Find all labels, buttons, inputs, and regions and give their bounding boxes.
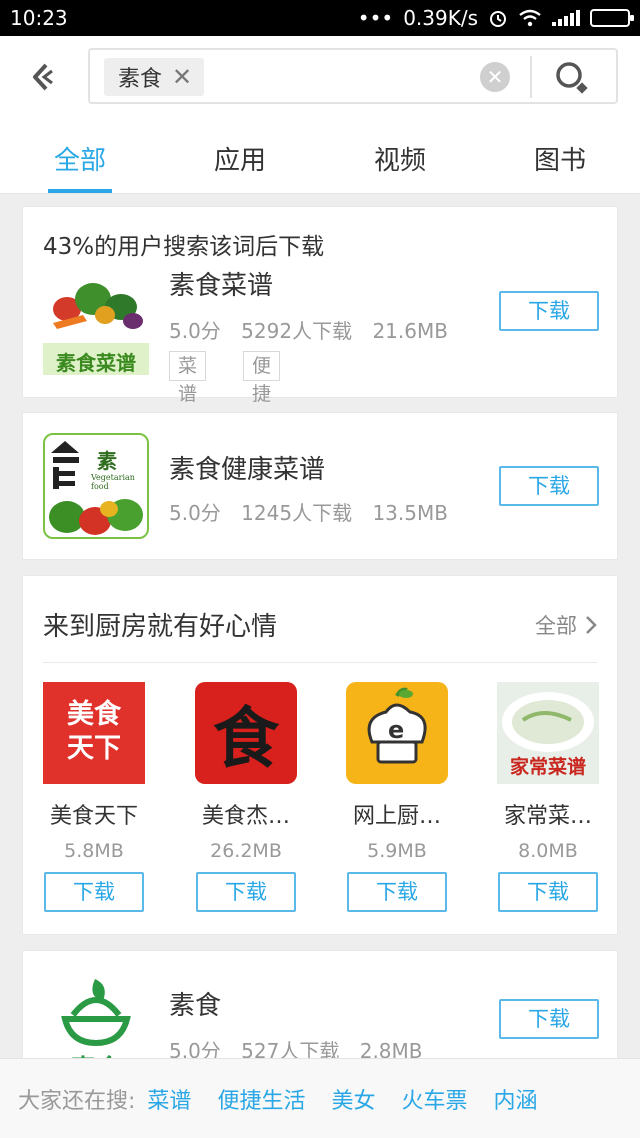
section-title: 来到厨房就有好心情 <box>43 612 278 642</box>
app-downloads: 527人下载 <box>241 1039 340 1058</box>
app-rating: 5.0分 <box>169 319 221 343</box>
app-icon-meishitianxia: 美食 天下 <box>43 682 145 784</box>
app-size: 13.5MB <box>372 501 448 525</box>
app-icon-sushi-caipu: 素食菜谱 <box>43 269 149 375</box>
clear-icon: ✕ <box>486 65 504 89</box>
app-icon-meishijie: 食 <box>195 682 297 784</box>
search-query-text: 素食 <box>118 67 163 92</box>
result-card[interactable]: 素食 素食 5.0分 527人下载 2.8MB 下载 <box>22 950 618 1058</box>
search-button[interactable] <box>552 58 592 98</box>
signal-icon <box>552 10 580 26</box>
app-name: 素食菜谱 <box>169 271 274 301</box>
download-button[interactable]: 下载 <box>499 466 599 506</box>
app-size: 2.8MB <box>359 1039 423 1058</box>
app-icon-wangshangchufang: e <box>346 682 448 784</box>
download-button[interactable]: 下载 <box>196 872 296 912</box>
hot-search-bar: 大家还在搜: 菜谱 便捷生活 美女 火车票 内涵 <box>0 1058 640 1138</box>
app-meta: 5.0分 527人下载 2.8MB <box>169 1035 437 1058</box>
more-dots-icon: ••• <box>357 6 394 30</box>
grid-app-name: 家常菜… <box>503 804 592 829</box>
download-button[interactable]: 下载 <box>499 999 599 1039</box>
hot-keyword[interactable]: 便捷生活 <box>217 1083 305 1115</box>
grid-app-meishijie[interactable]: 食 美食杰… 26.2MB 下载 <box>195 682 297 912</box>
download-button[interactable]: 下载 <box>347 872 447 912</box>
status-time: 10:23 <box>10 6 68 30</box>
search-query-chip[interactable]: 素食 ✕ <box>104 58 205 96</box>
grid-app-name: 美食天下 <box>49 804 138 829</box>
back-button[interactable] <box>26 60 60 94</box>
hot-search-label: 大家还在搜: <box>18 1088 136 1114</box>
search-header: 素食 ✕ ✕ <box>0 36 640 118</box>
app-icon-label: 素 <box>97 449 117 473</box>
grid-app-name: 网上厨… <box>352 804 441 829</box>
app-icon-label: 天下 <box>67 733 121 764</box>
app-name: 素食 <box>169 991 222 1021</box>
app-tag[interactable]: 便捷生活 <box>243 351 281 461</box>
hot-keyword[interactable]: 火车票 <box>401 1083 467 1115</box>
tab-videos[interactable]: 视频 <box>320 118 480 193</box>
download-hint: 43%的用户搜索该词后下载 <box>43 234 325 260</box>
top-result-card[interactable]: 43%的用户搜索该词后下载 素食菜谱 素食菜谱 5.0分 5292人下载 21.… <box>22 206 619 461</box>
hot-keyword[interactable]: 菜谱 <box>147 1083 191 1115</box>
app-icon-label: 素食菜谱 <box>56 351 136 375</box>
app-icon-label: 素食 <box>43 1049 149 1058</box>
download-button[interactable]: 下载 <box>498 872 598 912</box>
tab-all[interactable]: 全部 <box>0 118 160 193</box>
category-tabs: 全部 应用 视频 图书 <box>0 118 640 194</box>
back-arrow-icon <box>33 63 53 91</box>
status-bar: 10:23 ••• 0.39K/s <box>0 0 640 36</box>
chevron-right-icon <box>586 616 597 634</box>
tab-books[interactable]: 图书 <box>480 118 640 193</box>
download-button[interactable]: 下载 <box>44 872 144 912</box>
app-meta: 5.0分 5292人下载 21.6MB <box>169 315 462 344</box>
app-icon-sushi-jiankang: 素 Vegetarian food <box>43 433 149 539</box>
app-downloads: 5292人下载 <box>241 319 353 343</box>
app-tag[interactable]: 菜谱 <box>169 351 207 405</box>
hot-keyword[interactable]: 美女 <box>331 1083 375 1115</box>
app-icon-label: 食 <box>213 699 279 777</box>
battery-icon <box>590 9 634 27</box>
app-row-sushi[interactable]: 素食 素食 5.0分 527人下载 2.8MB 下载 <box>23 975 619 1058</box>
grid-app-wangshangchufang[interactable]: e 网上厨… 5.9MB 下载 <box>346 682 448 912</box>
section-divider <box>43 662 597 663</box>
tab-apps[interactable]: 应用 <box>160 118 320 193</box>
app-name: 素食健康菜谱 <box>169 455 326 485</box>
app-rating: 5.0分 <box>169 1039 221 1058</box>
section-more-label: 全部 <box>535 614 577 638</box>
grid-app-size: 5.8MB <box>64 840 124 862</box>
grid-app-size: 5.9MB <box>367 840 427 862</box>
app-icon-label: 家常菜谱 <box>509 756 586 778</box>
wifi-icon <box>519 9 541 27</box>
app-rating: 5.0分 <box>169 501 221 525</box>
app-icon-label: e <box>388 716 405 744</box>
search-divider <box>530 56 532 98</box>
app-icon-label: 美食 <box>67 699 121 730</box>
search-icon <box>556 62 588 94</box>
grid-app-name: 美食杰… <box>201 804 290 829</box>
grid-app-meishitianxia[interactable]: 美食 天下 美食天下 5.8MB 下载 <box>43 682 145 912</box>
grid-app-size: 8.0MB <box>518 840 578 862</box>
app-meta: 5.0分 1245人下载 13.5MB <box>169 497 462 526</box>
grid-app-jiachangcai[interactable]: 家常菜谱 家常菜… 8.0MB 下载 <box>497 682 599 912</box>
network-speed: 0.39K/s <box>403 6 478 30</box>
app-icon-sushi: 素食 <box>43 975 149 1058</box>
section-more-link[interactable]: 全部 <box>535 610 597 640</box>
app-icon-sublabel: Vegetarian food <box>91 473 135 491</box>
clear-search-button[interactable]: ✕ <box>480 62 510 92</box>
results-list[interactable]: 43%的用户搜索该词后下载 素食菜谱 素食菜谱 5.0分 5292人下载 21.… <box>0 194 640 1058</box>
app-downloads: 1245人下载 <box>241 501 353 525</box>
alarm-icon <box>490 11 506 27</box>
hot-keyword[interactable]: 内涵 <box>493 1083 537 1115</box>
search-box[interactable]: 素食 ✕ ✕ <box>88 48 618 104</box>
app-size: 21.6MB <box>372 319 448 343</box>
download-button[interactable]: 下载 <box>499 291 599 331</box>
app-row-sushi-jiankang[interactable]: 素 Vegetarian food 素食健康菜谱 5.0分 1245人下载 13… <box>23 433 619 553</box>
app-row-sushi-caipu[interactable]: 素食菜谱 素食菜谱 5.0分 5292人下载 21.6MB 菜谱 便捷生活 下载 <box>23 269 619 461</box>
result-card[interactable]: 素 Vegetarian food 素食健康菜谱 5.0分 1245人下载 13… <box>22 412 618 560</box>
chip-remove-icon[interactable]: ✕ <box>172 65 192 89</box>
grid-app-size: 26.2MB <box>210 840 282 862</box>
recommend-section: 来到厨房就有好心情 全部 美食 天下 美食天下 5.8MB 下载 食 美食杰… … <box>22 575 618 935</box>
app-icon-jiachangcai: 家常菜谱 <box>497 682 599 784</box>
